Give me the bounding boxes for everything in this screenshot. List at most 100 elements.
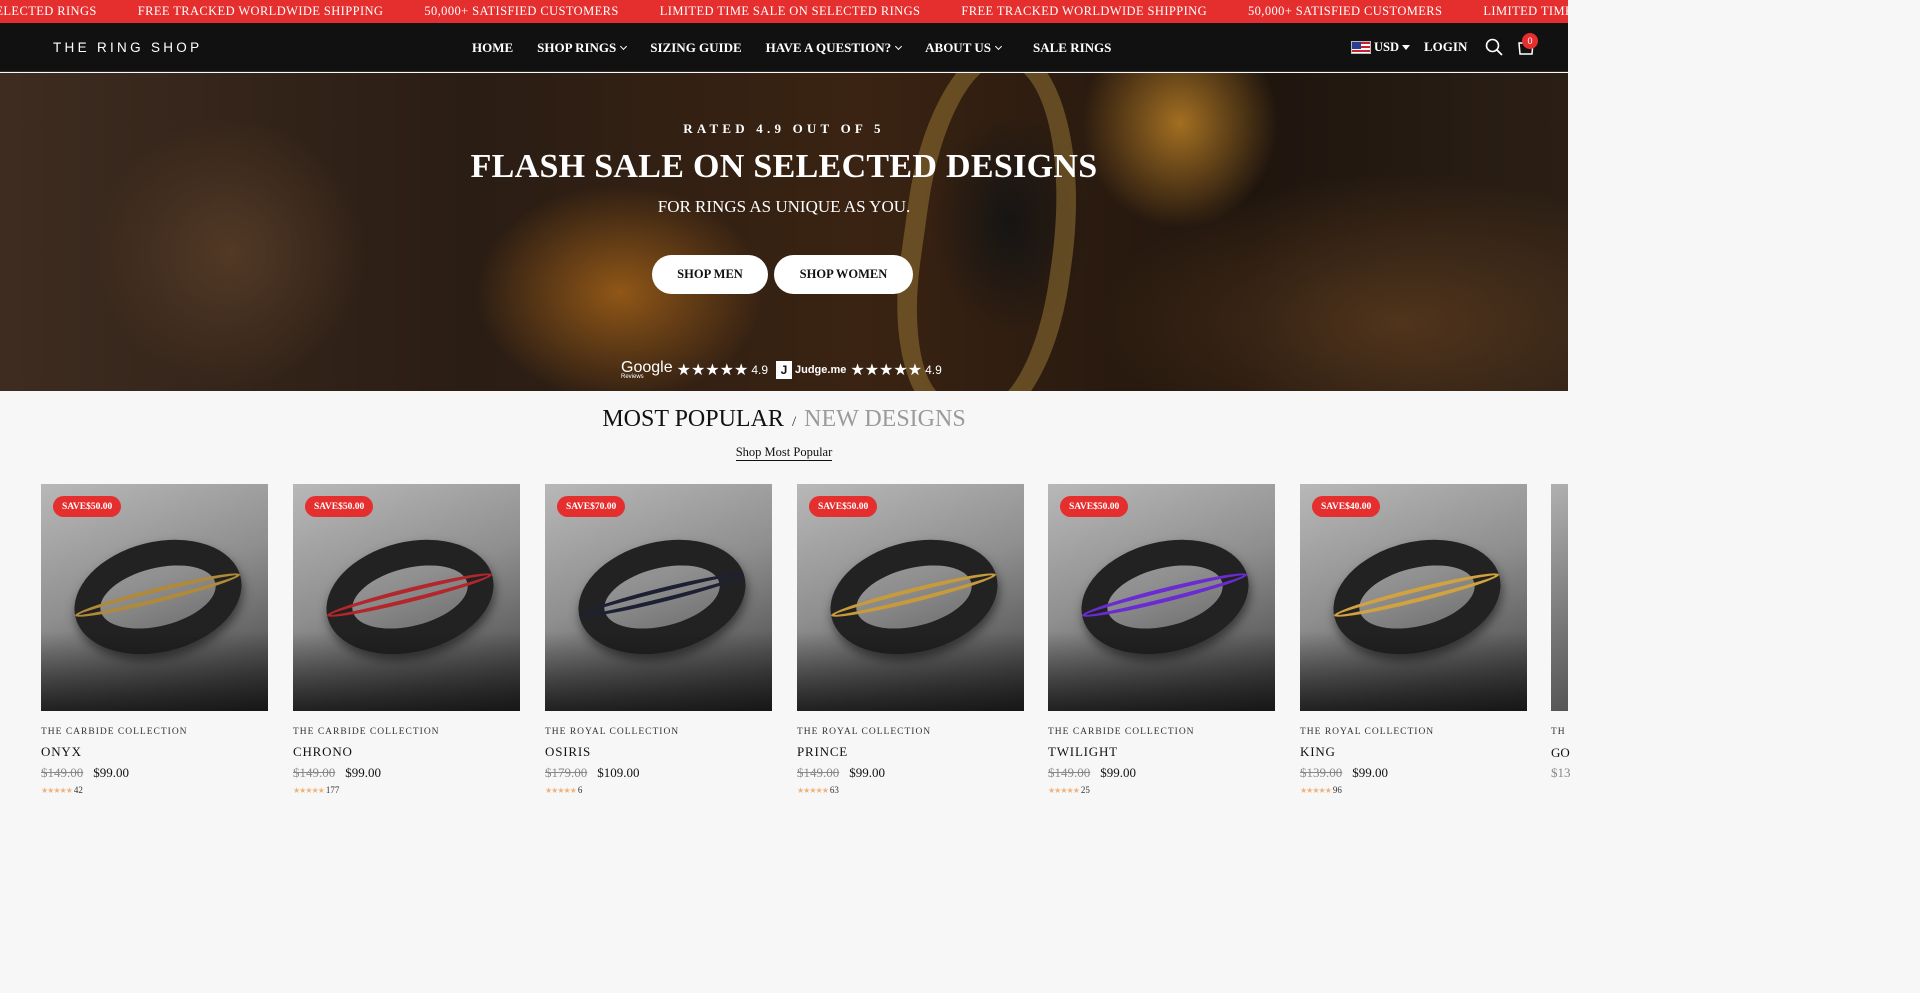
ring-inlay bbox=[1332, 567, 1501, 623]
announcement-item: 50,000+ SATISFIED CUSTOMERS bbox=[424, 4, 619, 18]
save-badge: SAVE$70.00 bbox=[557, 496, 626, 517]
rating-stars: ★★★★★ bbox=[1300, 785, 1332, 795]
review-count: 177 bbox=[325, 785, 340, 795]
product-name[interactable]: PRINCE bbox=[797, 744, 1024, 760]
shop-most-popular-link[interactable]: Shop Most Popular bbox=[735, 445, 833, 461]
nav-sale-rings[interactable]: SALE RINGS bbox=[1033, 40, 1111, 56]
review-count: 63 bbox=[829, 785, 839, 795]
site-logo[interactable]: THE RING SHOP bbox=[53, 40, 202, 55]
product-image-partial[interactable] bbox=[1551, 484, 1568, 711]
rating-stars: ★★★★★ bbox=[545, 785, 577, 795]
product-prices: $179.00 $109.00 bbox=[545, 765, 772, 781]
chevron-down-icon bbox=[895, 42, 903, 51]
product-collection: THE ROYAL COLLECTION bbox=[1300, 727, 1435, 737]
nav-about-us[interactable]: ABOUT US bbox=[925, 40, 1003, 56]
product-card[interactable]: SAVE$70.00 THE ROYAL COLLECTION OSIRIS $… bbox=[545, 484, 772, 795]
original-price: $179.00 bbox=[545, 765, 588, 780]
product-card[interactable]: SAVE$50.00 THE ROYAL COLLECTION PRINCE $… bbox=[797, 484, 1024, 795]
product-rating: ★★★★★ 96 bbox=[1300, 785, 1527, 795]
sale-price: $99.00 bbox=[345, 765, 381, 780]
nav-home-label: HOME bbox=[472, 40, 514, 55]
judge-me-label: Judge.me bbox=[795, 364, 847, 376]
us-flag-icon bbox=[1351, 40, 1371, 54]
header-actions: USD LOGIN bbox=[1351, 38, 1535, 56]
sale-price: $99.00 bbox=[1352, 765, 1388, 780]
currency-selector[interactable]: USD bbox=[1374, 39, 1411, 55]
product-name[interactable]: KING bbox=[1300, 744, 1527, 760]
review-count: 25 bbox=[1080, 785, 1090, 795]
product-name-partial[interactable]: GO bbox=[1551, 745, 1570, 761]
announcement-item: LIMITED TIME SALE ON SELECTED RINGS bbox=[659, 4, 921, 18]
save-badge: SAVE$50.00 bbox=[1060, 496, 1129, 517]
product-image[interactable]: SAVE$50.00 bbox=[41, 484, 268, 711]
announcement-bar: SELECTED RINGS FREE TRACKED WORLDWIDE SHI… bbox=[0, 0, 1568, 23]
tab-separator: / bbox=[791, 414, 797, 430]
product-name[interactable]: ONYX bbox=[41, 744, 268, 760]
product-image[interactable]: SAVE$50.00 bbox=[797, 484, 1024, 711]
product-name[interactable]: OSIRIS bbox=[545, 744, 772, 760]
product-name[interactable]: CHRONO bbox=[293, 744, 520, 760]
ring-inlay bbox=[73, 567, 242, 623]
reflection-shadow bbox=[293, 631, 520, 711]
nav-shop-rings[interactable]: SHOP RINGS bbox=[537, 40, 628, 56]
login-link[interactable]: LOGIN bbox=[1424, 39, 1467, 55]
product-collection: THE CARBIDE COLLECTION bbox=[41, 727, 188, 737]
review-count: 42 bbox=[73, 785, 83, 795]
caret-down-icon bbox=[1402, 44, 1411, 50]
tab-most-popular[interactable]: MOST POPULAR bbox=[602, 406, 784, 432]
tab-new-designs[interactable]: NEW DESIGNS bbox=[804, 406, 966, 432]
rating-stars: ★★★★★ bbox=[1048, 785, 1080, 795]
announcement-item: LIMITED TIME SALE ON SELEC bbox=[1483, 4, 1568, 18]
chevron-down-icon bbox=[620, 42, 628, 51]
judge-me-stars: ★★★★★ bbox=[850, 362, 923, 379]
shop-men-button[interactable]: SHOP MEN bbox=[652, 255, 768, 294]
nav-home[interactable]: HOME bbox=[472, 40, 513, 56]
product-image[interactable]: SAVE$50.00 bbox=[1048, 484, 1275, 711]
announcement-item: 50,000+ SATISFIED CUSTOMERS bbox=[1248, 4, 1443, 18]
product-rating: ★★★★★ 6 bbox=[545, 785, 772, 795]
nav-sizing-guide[interactable]: SIZING GUIDE bbox=[650, 40, 741, 56]
product-rating: ★★★★★ 42 bbox=[41, 785, 268, 795]
reflection-shadow bbox=[797, 631, 1024, 711]
shop-women-button[interactable]: SHOP WOMEN bbox=[774, 255, 913, 294]
sale-price: $99.00 bbox=[1100, 765, 1136, 780]
collection-tabs: MOST POPULAR / NEW DESIGNS bbox=[0, 406, 1568, 433]
product-prices: $149.00 $99.00 bbox=[1048, 765, 1275, 781]
chevron-down-icon bbox=[994, 42, 1003, 51]
currency-label: USD bbox=[1374, 39, 1400, 54]
product-collection-partial: TH bbox=[1551, 727, 1566, 737]
google-stars: ★★★★★ bbox=[676, 362, 749, 379]
product-collection: THE CARBIDE COLLECTION bbox=[293, 727, 440, 737]
nav-sizing-guide-label: SIZING GUIDE bbox=[650, 40, 742, 55]
product-price-partial: $13 bbox=[1551, 765, 1571, 780]
hero-title: FLASH SALE ON SELECTED DESIGNS bbox=[470, 148, 1098, 185]
product-image[interactable]: SAVE$40.00 bbox=[1300, 484, 1527, 711]
announcement-track: SELECTED RINGS FREE TRACKED WORLDWIDE SHI… bbox=[0, 0, 1568, 23]
hero-subtitle: FOR RINGS AS UNIQUE AS YOU. bbox=[657, 197, 911, 216]
product-image[interactable]: SAVE$70.00 bbox=[545, 484, 772, 711]
ring-inlay bbox=[325, 567, 494, 623]
product-prices: $149.00 $99.00 bbox=[293, 765, 520, 781]
product-name[interactable]: TWILIGHT bbox=[1048, 744, 1275, 760]
save-badge: SAVE$50.00 bbox=[53, 496, 122, 517]
original-price: $149.00 bbox=[41, 765, 84, 780]
ring-inlay bbox=[1080, 567, 1249, 623]
save-badge: SAVE$50.00 bbox=[305, 496, 374, 517]
product-collection: THE ROYAL COLLECTION bbox=[545, 727, 680, 737]
product-card[interactable]: SAVE$50.00 THE CARBIDE COLLECTION CHRONO… bbox=[293, 484, 520, 795]
ring-inlay bbox=[577, 567, 746, 623]
rating-stars: ★★★★★ bbox=[293, 785, 325, 795]
product-card[interactable]: SAVE$50.00 THE CARBIDE COLLECTION ONYX $… bbox=[41, 484, 268, 795]
site-header: THE RING SHOP HOME SHOP RINGS SIZING GUI… bbox=[0, 23, 1568, 72]
product-image[interactable]: SAVE$50.00 bbox=[293, 484, 520, 711]
product-card[interactable]: SAVE$40.00 THE ROYAL COLLECTION KING $13… bbox=[1300, 484, 1527, 795]
ring-inlay bbox=[829, 567, 998, 623]
nav-have-a-question[interactable]: HAVE A QUESTION? bbox=[766, 40, 903, 56]
product-card[interactable]: SAVE$50.00 THE CARBIDE COLLECTION TWILIG… bbox=[1048, 484, 1275, 795]
search-icon[interactable] bbox=[1485, 38, 1503, 56]
hero-banner: RATED 4.9 OUT OF 5 FLASH SALE ON SELECTE… bbox=[0, 73, 1568, 391]
announcement-item: FREE TRACKED WORLDWIDE SHIPPING bbox=[137, 4, 384, 18]
product-prices: $149.00 $99.00 bbox=[797, 765, 1024, 781]
reflection-shadow bbox=[545, 631, 772, 711]
review-ratings: Google Reviews ★★★★★ 4.9 J Judge.me ★★★★… bbox=[621, 359, 942, 380]
